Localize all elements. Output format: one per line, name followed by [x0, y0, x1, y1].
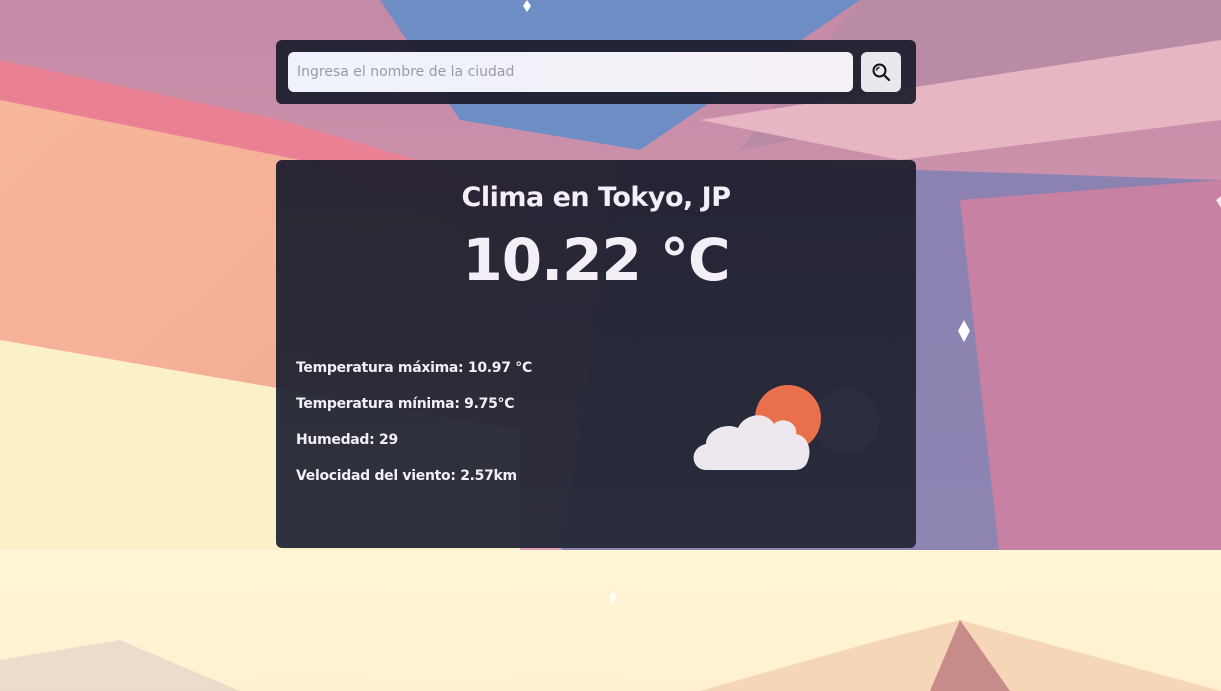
partly-cloudy-icon — [693, 385, 879, 470]
weather-card: Clima en Tokyo, JP 10.22 °C Temperatura … — [276, 160, 916, 548]
search-icon — [872, 63, 891, 82]
max-temperature: Temperatura máxima: 10.97 °C — [296, 360, 532, 376]
humidity: Humedad: 29 — [296, 432, 398, 448]
wind-speed: Velocidad del viento: 2.57km — [296, 468, 517, 484]
search-bar — [276, 40, 916, 104]
current-temperature: 10.22 °C — [462, 226, 730, 294]
city-title: Clima en Tokyo, JP — [461, 182, 732, 213]
search-button[interactable] — [861, 52, 901, 92]
weather-details: Temperatura máxima: 10.97 °C Temperatura… — [296, 358, 532, 502]
min-temperature: Temperatura mínima: 9.75°C — [296, 396, 515, 412]
city-search-input[interactable] — [288, 52, 853, 92]
